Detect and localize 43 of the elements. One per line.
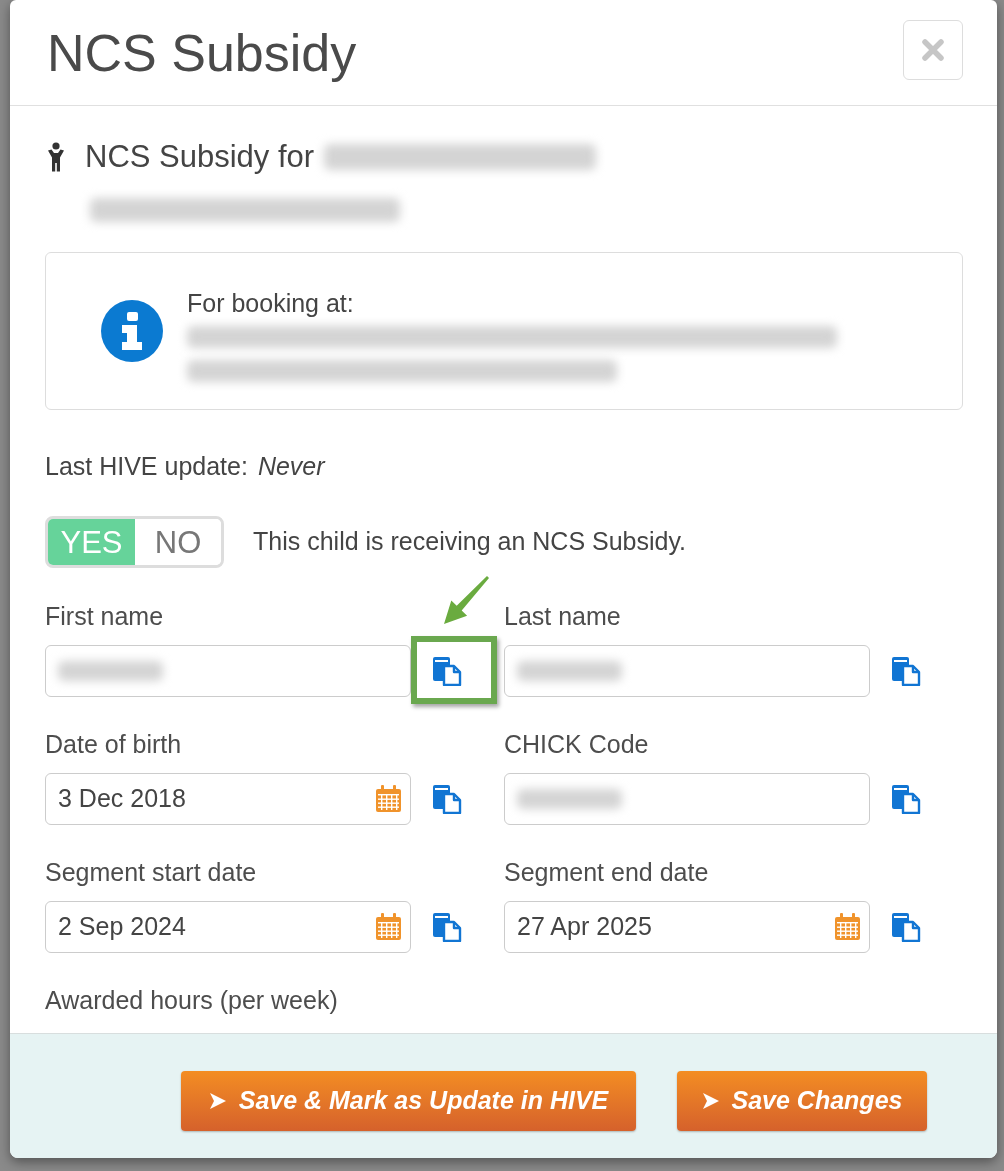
calendar-icon [834,913,861,941]
booking-label: For booking at: [187,288,355,318]
field-label: First name [45,601,165,631]
save-and-mark-button[interactable]: Save & Mark as Update in HIVE [181,1071,636,1131]
field-label: Date of birth [45,729,183,759]
copy-button[interactable] [891,784,921,814]
subsidy-toggle[interactable]: YES NO [45,516,224,568]
copy-icon [891,912,921,942]
close-icon [922,38,944,61]
field-label: Awarded hours (per week) [45,985,339,1015]
copy-button[interactable] [432,912,462,942]
copy-button[interactable] [432,784,462,814]
save-changes-button[interactable]: Save Changes [677,1071,927,1131]
dialog-title: NCS Subsidy [47,22,357,84]
field-label: Segment start date [45,857,258,887]
subject-heading: NCS Subsidy for [85,137,315,176]
copy-button[interactable] [891,656,921,686]
info-icon [101,300,163,362]
arrow-icon [208,1092,227,1110]
copy-icon [432,784,462,814]
calendar-icon [375,913,402,941]
field-label: Segment end date [504,857,710,887]
copy-button[interactable] [432,656,462,686]
date-field[interactable]: 2 Sep 2024 [45,901,411,953]
copy-icon [891,784,921,814]
copy-icon [432,912,462,942]
input-field[interactable] [45,645,411,697]
arrow-icon [701,1092,720,1110]
field-label: CHICK Code [504,729,650,759]
copy-icon [432,656,462,686]
pointer-arrow-icon [442,574,490,625]
copy-icon [891,656,921,686]
date-field[interactable]: 27 Apr 2025 [504,901,870,953]
field-label: Last name [504,601,622,631]
last-update-label: Last HIVE update: [45,451,248,483]
input-field[interactable] [504,773,870,825]
child-icon [47,142,65,172]
last-update-value: Never [257,451,325,483]
toggle-caption: This child is receiving an NCS Subsidy. [253,526,687,558]
calendar-icon [375,785,402,813]
copy-button[interactable] [891,912,921,942]
input-field[interactable] [504,645,870,697]
date-field[interactable]: 3 Dec 2018 [45,773,411,825]
